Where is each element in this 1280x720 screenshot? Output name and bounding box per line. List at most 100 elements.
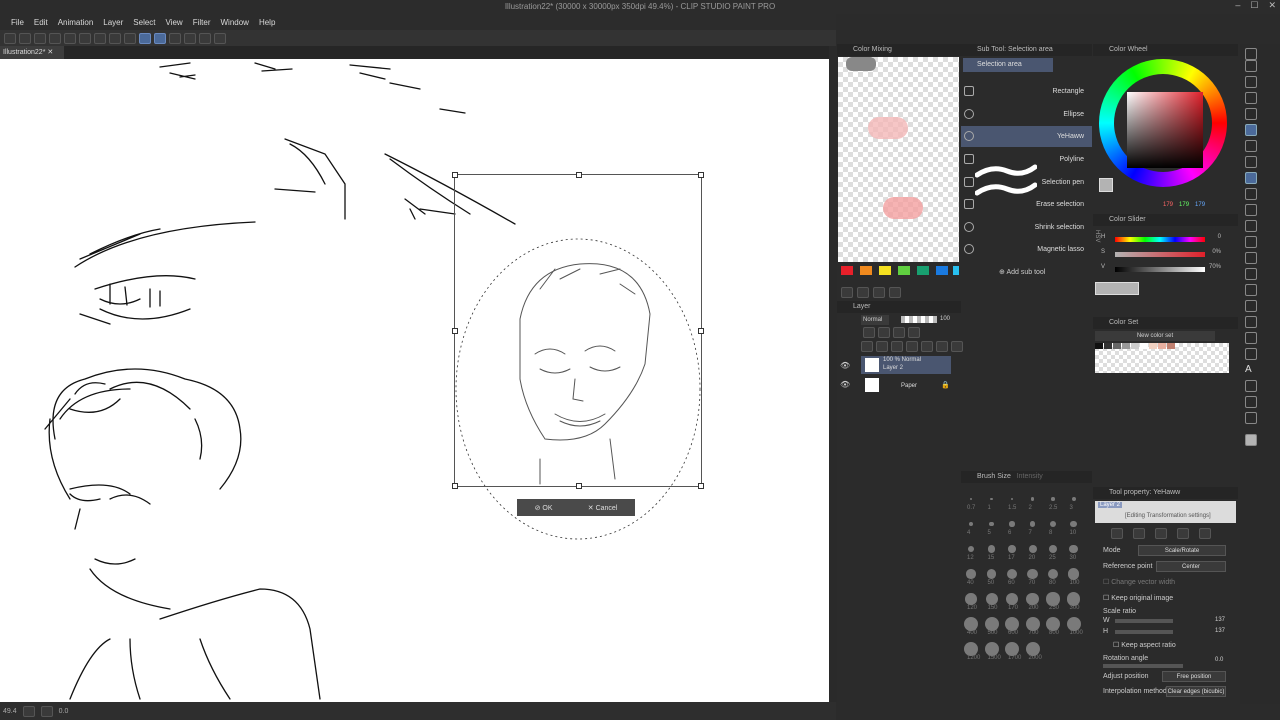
brush-size-preset[interactable] — [970, 498, 972, 500]
operation-tool-icon[interactable] — [1245, 92, 1257, 104]
brush-size-preset[interactable] — [964, 617, 978, 631]
rotate-tool-icon[interactable] — [1245, 76, 1257, 88]
transform-handle-se[interactable] — [698, 483, 704, 489]
drawing-canvas[interactable] — [0, 59, 829, 702]
layer-row-layer-2[interactable]: 100 % Normal Layer 2 — [861, 356, 951, 374]
show-selection-icon[interactable] — [154, 32, 166, 44]
blend-mode-dropdown[interactable]: Normal — [861, 315, 889, 325]
eraser-icon[interactable] — [873, 287, 885, 298]
swatch-red[interactable] — [841, 266, 853, 275]
adjust-position-dropdown[interactable]: Free position — [1162, 671, 1226, 682]
minimize-icon[interactable]: – — [1235, 0, 1240, 14]
h-slider[interactable]: H0 — [1101, 234, 1231, 244]
sub-tool-yehaww[interactable]: YeHaww — [961, 126, 1092, 147]
opacity-value[interactable]: 100 — [940, 316, 950, 322]
brush-size-preset[interactable] — [1010, 497, 1014, 501]
brush-size-preset[interactable] — [1048, 544, 1058, 554]
swatch-cyan[interactable] — [953, 266, 959, 275]
clear-icon[interactable] — [94, 32, 106, 44]
current-color-chip[interactable] — [1095, 282, 1139, 295]
pen-tool-icon[interactable] — [1245, 48, 1257, 60]
add-sub-tool-button[interactable]: ⊕ Add sub tool — [999, 268, 1045, 276]
menu-layer[interactable]: Layer — [98, 18, 128, 27]
export-icon[interactable] — [49, 32, 61, 44]
eye-icon[interactable]: 👁 — [840, 380, 850, 389]
brush-size-preset[interactable] — [984, 642, 999, 656]
auto-select-icon[interactable] — [1245, 140, 1257, 152]
flip-vertical-icon[interactable] — [1155, 528, 1167, 539]
menu-animation[interactable]: Animation — [53, 18, 99, 27]
clip-icon[interactable] — [863, 327, 875, 338]
maximize-icon[interactable]: ☐ — [1250, 0, 1258, 14]
swatch-blue[interactable] — [936, 266, 948, 275]
frame-border-icon[interactable] — [1245, 332, 1257, 344]
3d-icon[interactable] — [1245, 412, 1257, 424]
mask-icon[interactable] — [908, 327, 920, 338]
sub-tool-magnetic-lasso[interactable]: Magnetic lasso — [961, 239, 1092, 260]
transform-handle-e[interactable] — [698, 328, 704, 334]
transform-bounding-box[interactable] — [452, 172, 704, 489]
brush-size-preset[interactable] — [1005, 592, 1019, 606]
layer-row-paper[interactable]: Paper 🔒 — [861, 376, 951, 394]
brush-size-preset[interactable] — [1027, 568, 1038, 580]
brush-size-preset[interactable] — [1051, 497, 1055, 501]
main-color-chip[interactable] — [1099, 178, 1113, 192]
mixing-canvas[interactable] — [838, 57, 959, 262]
transform-handle-n[interactable] — [576, 172, 582, 178]
text-tool-icon[interactable]: A — [1245, 364, 1257, 376]
opacity-slider[interactable] — [901, 316, 937, 323]
brush-size-preset[interactable] — [1009, 521, 1015, 527]
brush-size-preset[interactable] — [1025, 617, 1040, 631]
correct-line-icon[interactable] — [1245, 396, 1257, 408]
swatch-orange[interactable] — [860, 266, 872, 275]
brush-size-preset[interactable] — [1046, 617, 1060, 631]
brush-size-preset[interactable] — [1028, 545, 1037, 553]
selection-tool-icon[interactable] — [1245, 124, 1257, 136]
brush-size-preset[interactable] — [1067, 568, 1080, 580]
flip-horizontal-icon[interactable] — [1133, 528, 1145, 539]
sub-tool-group-tab[interactable]: Selection area — [963, 58, 1053, 72]
brush-size-preset[interactable] — [1070, 520, 1077, 528]
brush-size-preset[interactable] — [1069, 544, 1078, 554]
menu-select[interactable]: Select — [128, 18, 160, 27]
menu-edit[interactable]: Edit — [29, 18, 53, 27]
new-vector-icon[interactable] — [876, 341, 888, 352]
v-slider[interactable]: V 70% — [1101, 264, 1231, 274]
sub-tool-rectangle[interactable]: Rectangle — [961, 81, 1092, 102]
brush-size-preset[interactable] — [966, 569, 976, 579]
fill-icon[interactable] — [109, 32, 121, 44]
reset-icon[interactable] — [1111, 528, 1123, 539]
pencil-icon[interactable] — [1245, 188, 1257, 200]
brush-size-preset[interactable] — [984, 617, 999, 631]
brush-size-preset[interactable] — [985, 593, 998, 605]
transform-icon[interactable] — [124, 32, 136, 44]
zoom-value[interactable]: 49.4 — [3, 708, 17, 715]
lock-icon[interactable]: 🔒 — [941, 381, 950, 389]
redo-icon[interactable] — [79, 32, 91, 44]
brush-size-preset[interactable] — [1047, 568, 1059, 580]
zoom-tool-icon[interactable] — [1245, 60, 1257, 72]
cancel-button[interactable]: ✕ Cancel — [588, 504, 618, 512]
swatch-yellow[interactable] — [879, 266, 891, 275]
swatch-green[interactable] — [898, 266, 910, 275]
special-ruler-snap-icon[interactable] — [184, 32, 196, 44]
brush-size-preset[interactable] — [986, 569, 997, 579]
grid-snap-icon[interactable] — [199, 32, 211, 44]
brush-size-preset[interactable] — [1071, 497, 1076, 501]
brush-size-preset[interactable] — [1046, 592, 1060, 606]
brush-icon[interactable] — [1245, 204, 1257, 216]
open-icon[interactable] — [19, 32, 31, 44]
sub-tool-ellipse[interactable]: Ellipse — [961, 104, 1092, 125]
lock-transparent-icon[interactable] — [893, 327, 905, 338]
brush-size-preset[interactable] — [968, 521, 974, 527]
rotation-slider[interactable] — [1103, 664, 1183, 668]
transform-handle-sw[interactable] — [452, 483, 458, 489]
change-vector-width-checkbox[interactable]: ☐ Change vector width — [1103, 578, 1175, 586]
close-icon[interactable]: ✕ — [1268, 0, 1276, 14]
brush-size-preset[interactable] — [990, 497, 993, 501]
brush-icon[interactable] — [841, 287, 853, 298]
save-icon[interactable] — [34, 32, 46, 44]
confirm-icon[interactable] — [1177, 528, 1189, 539]
decoration-icon[interactable] — [1245, 236, 1257, 248]
brush-size-preset[interactable] — [1008, 545, 1016, 553]
